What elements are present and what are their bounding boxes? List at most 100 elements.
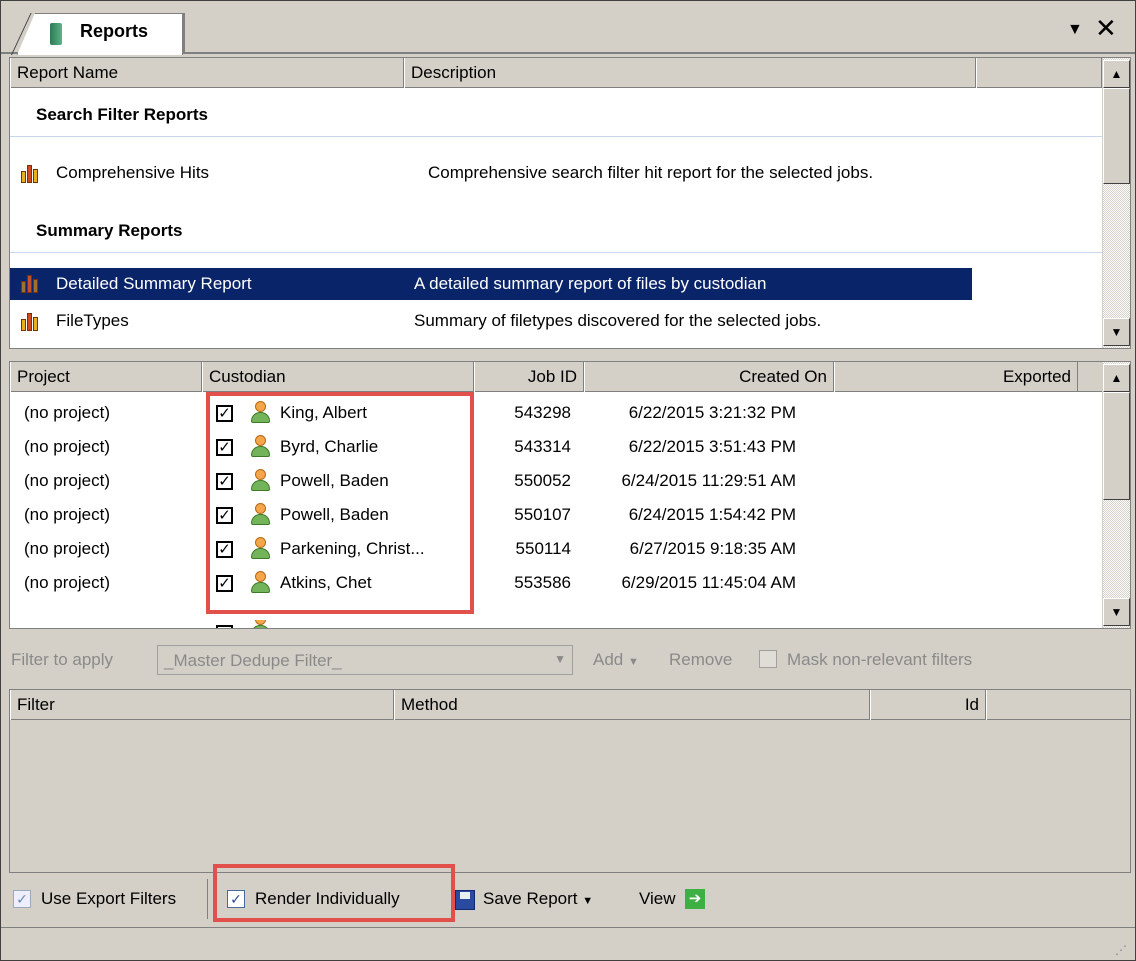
column-description[interactable]: Description	[404, 58, 976, 88]
cell-job-id: 543314	[514, 437, 571, 456]
view-button[interactable]: View	[639, 889, 676, 909]
person-icon	[250, 620, 270, 628]
mask-checkbox[interactable]	[759, 650, 777, 668]
add-button[interactable]: Add ▼	[593, 650, 639, 670]
go-arrow-icon[interactable]: ➔	[685, 889, 705, 909]
bar-chart-icon	[20, 163, 40, 183]
cell-project: (no project)	[24, 505, 110, 524]
cell-project: (no project)	[24, 403, 110, 422]
report-name: Comprehensive Hits	[56, 163, 210, 182]
cell-job-id: 550107	[514, 505, 571, 524]
table-row[interactable]: (no project) ✓ Atkins, Chet 553586 6/29/…	[10, 566, 1102, 600]
table-row[interactable]: (no project) ✓ King, Albert 543298 6/22/…	[10, 396, 1102, 430]
column-report-name[interactable]: Report Name	[10, 58, 404, 88]
jobs-header: Project Custodian Job ID Created On Expo…	[10, 362, 1130, 392]
scroll-thumb[interactable]	[1103, 392, 1130, 500]
report-name: FileTypes	[56, 311, 129, 330]
table-row[interactable]: (no project) ✓ Powell, Baden 550107 6/24…	[10, 498, 1102, 532]
bar-chart-icon	[20, 273, 40, 293]
jobs-scrollbar[interactable]: ▲ ▼	[1102, 362, 1130, 628]
reports-scrollbar[interactable]: ▲ ▼	[1102, 58, 1130, 348]
remove-button[interactable]: Remove	[669, 650, 732, 670]
jobs-table: Project Custodian Job ID Created On Expo…	[9, 361, 1131, 629]
use-export-filters-checkbox[interactable]: ✓	[13, 890, 31, 908]
column-method[interactable]: Method	[394, 690, 870, 720]
add-label: Add	[593, 650, 624, 669]
cell-created-on: 6/22/2015 3:51:43 PM	[628, 437, 796, 456]
cell-created-on: 6/24/2015 11:29:51 AM	[621, 471, 796, 490]
table-row[interactable]: (no project) ✓ Byrd, Charlie 543314 6/22…	[10, 430, 1102, 464]
column-id[interactable]: Id	[870, 690, 986, 720]
tab-divider	[183, 13, 185, 53]
column-filter[interactable]: Filter	[10, 690, 394, 720]
cell-project: (no project)	[24, 437, 110, 456]
table-row-partial	[10, 620, 1102, 628]
tab-strip: Reports ▼ ✕	[1, 1, 1135, 55]
filter-select-value: _Master Dedupe Filter_	[164, 651, 342, 670]
close-icon[interactable]: ✕	[1095, 15, 1117, 41]
reports-book-icon	[50, 23, 62, 45]
list-item-selected[interactable]: Detailed Summary Report A detailed summa…	[10, 268, 972, 300]
bar-chart-icon	[20, 311, 40, 331]
cell-job-id: 553586	[514, 573, 571, 592]
bottom-toolbar: ✓ Use Export Filters ✓ Render Individual…	[9, 864, 1131, 922]
render-highlight-box	[213, 864, 455, 922]
column-blank	[986, 690, 1130, 720]
table-row[interactable]: (no project) ✓ Parkening, Christ... 5501…	[10, 532, 1102, 566]
cell-project: (no project)	[24, 539, 110, 558]
column-created-on[interactable]: Created On	[584, 362, 834, 392]
column-project[interactable]: Project	[10, 362, 202, 392]
group-title: Summary Reports	[36, 221, 183, 240]
save-report-button[interactable]: Save Report ▼	[483, 889, 593, 909]
report-description: A detailed summary report of files by cu…	[414, 274, 767, 293]
report-name: Detailed Summary Report	[56, 274, 252, 293]
scroll-up-icon[interactable]: ▲	[1103, 364, 1130, 392]
custodian-checkbox	[216, 625, 233, 628]
use-export-filters-label: Use Export Filters	[41, 889, 177, 908]
table-row[interactable]: (no project) ✓ Powell, Baden 550052 6/24…	[10, 464, 1102, 498]
chevron-down-icon: ▼	[627, 656, 639, 668]
report-description: Comprehensive search filter hit report f…	[428, 163, 874, 182]
cell-created-on: 6/22/2015 3:21:32 PM	[628, 403, 796, 422]
column-custodian[interactable]: Custodian	[202, 362, 474, 392]
chevron-down-icon: ▼	[582, 895, 594, 907]
status-bar: ⋰	[1, 927, 1135, 961]
chevron-down-icon: ▼	[554, 652, 566, 666]
cell-job-id: 550114	[515, 539, 571, 558]
scroll-down-icon[interactable]: ▼	[1103, 598, 1130, 626]
list-item[interactable]: Comprehensive Hits Comprehensive search …	[10, 156, 1102, 190]
scroll-down-icon[interactable]: ▼	[1103, 318, 1130, 346]
cell-project: (no project)	[24, 573, 110, 592]
cell-created-on: 6/27/2015 9:18:35 AM	[629, 539, 796, 558]
group-divider	[10, 252, 1102, 253]
reports-header: Report Name Description	[10, 58, 1130, 88]
report-description: Summary of filetypes discovered for the …	[414, 311, 822, 330]
dropdown-arrow-icon[interactable]: ▼	[1067, 21, 1083, 39]
column-job-id[interactable]: Job ID	[474, 362, 584, 392]
group-title: Search Filter Reports	[36, 105, 208, 124]
cell-job-id: 550052	[514, 471, 571, 490]
filters-header: Filter Method Id	[10, 690, 1130, 720]
view-label: View	[639, 889, 676, 908]
filters-table: Filter Method Id	[9, 689, 1131, 873]
save-disk-icon	[455, 890, 475, 910]
group-divider	[10, 136, 1102, 137]
scroll-up-icon[interactable]: ▲	[1103, 60, 1130, 88]
resize-grip-icon[interactable]: ⋰	[1115, 943, 1127, 957]
save-report-label: Save Report	[483, 889, 578, 908]
custodian-highlight-box	[206, 392, 474, 614]
reports-window: Reports ▼ ✕ Report Name Description Sear…	[0, 0, 1136, 961]
cell-created-on: 6/29/2015 11:45:04 AM	[621, 573, 796, 592]
column-exported[interactable]: Exported	[834, 362, 1078, 392]
cell-created-on: 6/24/2015 1:54:42 PM	[628, 505, 796, 524]
cell-project: (no project)	[24, 471, 110, 490]
column-blank	[976, 58, 1102, 88]
filter-select[interactable]: _Master Dedupe Filter_ ▼	[157, 645, 573, 675]
mask-label: Mask non-relevant filters	[787, 650, 973, 669]
filter-bar: Filter to apply _Master Dedupe Filter_ ▼…	[9, 641, 1131, 679]
list-item[interactable]: FileTypes Summary of filetypes discovere…	[10, 304, 1102, 338]
scroll-thumb[interactable]	[1103, 88, 1130, 184]
toolbar-separator	[207, 879, 208, 919]
cell-job-id: 543298	[514, 403, 571, 422]
reports-list: Report Name Description Search Filter Re…	[9, 57, 1131, 349]
